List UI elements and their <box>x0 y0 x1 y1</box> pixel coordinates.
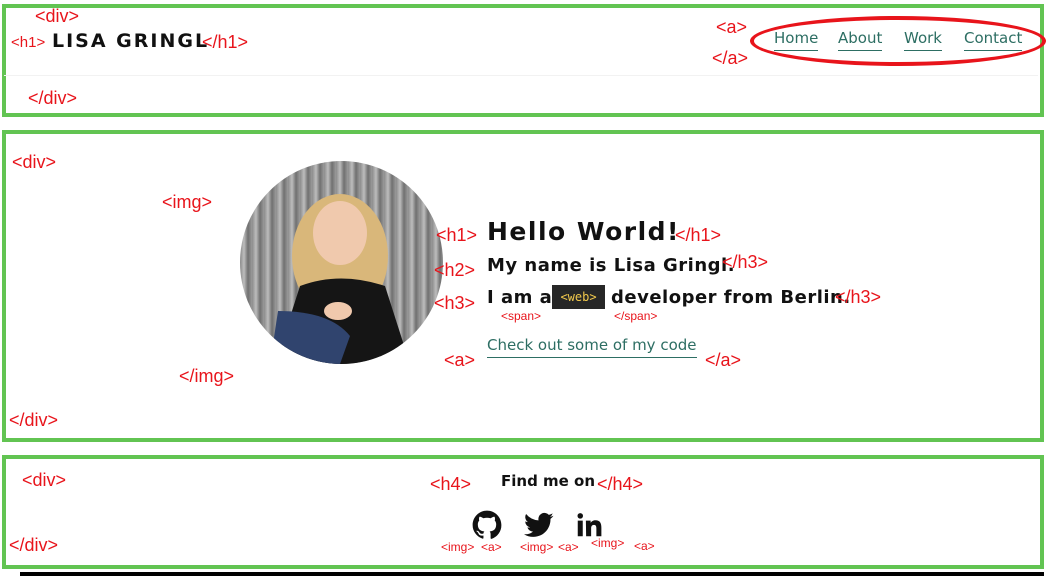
nav-link-about[interactable]: About <box>838 29 883 51</box>
ann-hero-h3-open: <h3> <box>434 293 476 313</box>
ann-footer-img-2: <img> <box>520 540 554 554</box>
nav-link-contact[interactable]: Contact <box>964 29 1023 51</box>
ann-footer-a-1: <a> <box>481 540 502 554</box>
profile-photo <box>240 161 443 364</box>
hero-subheading: My name is Lisa Gringl. <box>487 255 736 276</box>
role-badge: <web> <box>552 285 605 309</box>
ann-header-div-close: </div> <box>28 88 78 108</box>
ann-header-div-open: <div> <box>35 6 80 26</box>
ann-hero-span-open: <span> <box>501 309 542 323</box>
hero-role-prefix: I am a <box>487 287 553 308</box>
hero-heading: Hello World! <box>487 217 680 246</box>
twitter-icon <box>524 512 554 537</box>
ann-hero-img-close: </img> <box>179 366 235 386</box>
ann-hero-h1-open: <h1> <box>436 225 478 245</box>
ann-hero-img-open: <img> <box>162 192 213 212</box>
ann-hero-h3-close-2: </h3> <box>835 287 882 307</box>
ann-hero-h3-close-1: </h3> <box>722 252 769 272</box>
ann-hero-a-close: </a> <box>705 350 742 370</box>
hero-section <box>2 130 1044 442</box>
ann-footer-div-close: </div> <box>9 535 59 555</box>
ann-footer-img-3: <img> <box>591 536 625 550</box>
nav-link-home[interactable]: Home <box>774 29 819 51</box>
ann-hero-h2-open: <h2> <box>434 260 476 280</box>
ann-footer-img-1: <img> <box>441 540 475 554</box>
ann-hero-span-close: </span> <box>614 309 658 323</box>
github-icon <box>472 510 502 539</box>
ann-footer-h4-open: <h4> <box>430 474 472 494</box>
hero-role-suffix: developer from Berlin. <box>611 287 851 308</box>
ann-hero-div-close: </div> <box>9 410 59 430</box>
ann-footer-h4-close: </h4> <box>597 474 644 494</box>
header-divider <box>4 75 1038 76</box>
ann-header-a-close: </a> <box>712 48 749 68</box>
bottom-border <box>20 572 1044 576</box>
site-logo[interactable]: LISA GRINGL <box>52 30 209 52</box>
nav-link-work[interactable]: Work <box>904 29 942 51</box>
code-link[interactable]: Check out some of my code <box>487 336 697 358</box>
ann-hero-a-open: <a> <box>444 350 476 370</box>
twitter-link[interactable] <box>524 510 554 540</box>
ann-footer-div-open: <div> <box>22 470 67 490</box>
footer-heading: Find me on <box>501 472 596 490</box>
ann-footer-a-2: <a> <box>558 540 579 554</box>
ann-footer-a-3: <a> <box>634 539 655 553</box>
ann-hero-div-open: <div> <box>12 152 57 172</box>
ann-header-h1-open: <h1> <box>11 34 46 51</box>
ann-header-h1-close: </h1> <box>202 32 249 52</box>
ann-header-a-open: <a> <box>716 17 748 37</box>
github-link[interactable] <box>472 510 502 540</box>
profile-photo-illustration <box>270 194 410 364</box>
ann-hero-h1-close: </h1> <box>675 225 722 245</box>
